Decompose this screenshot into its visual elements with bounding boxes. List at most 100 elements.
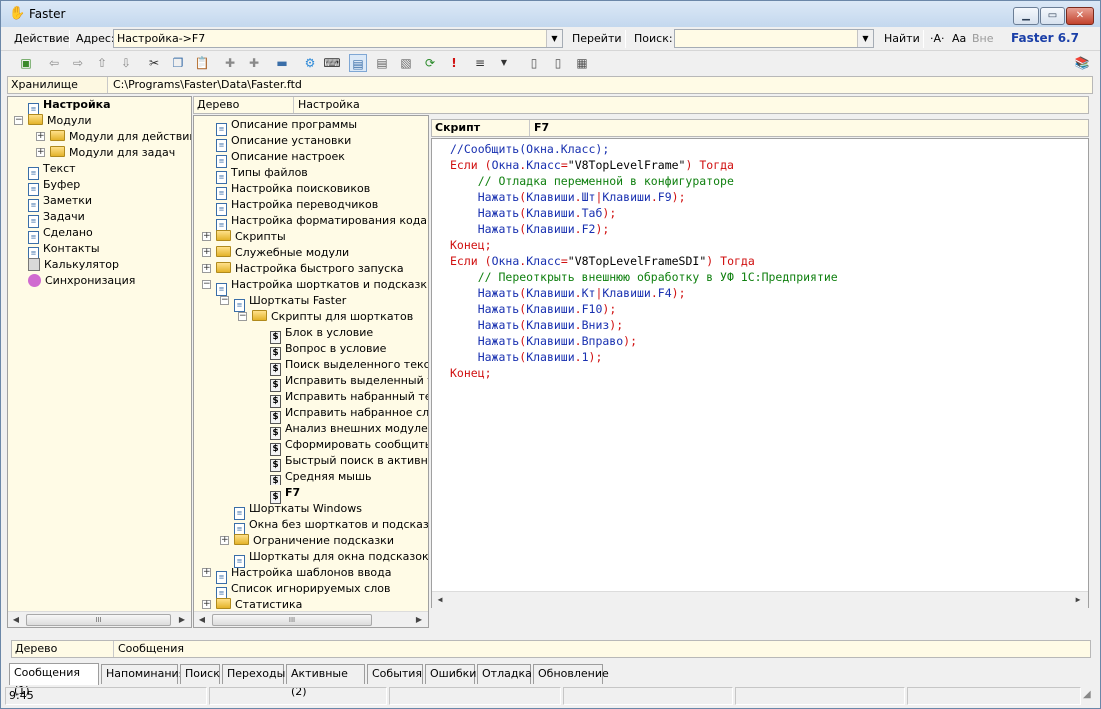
chevron-down-icon[interactable]: ▼ [495, 54, 513, 72]
tree-item[interactable]: ≡ Типы файлов [216, 165, 308, 184]
tree-item[interactable]: ≡ Описание настроек [216, 149, 345, 168]
tree-item[interactable]: ≡ Буфер [28, 177, 80, 196]
expand-icon[interactable]: + [36, 132, 45, 141]
tree-item[interactable]: ≡ Описание программы [216, 117, 357, 136]
tree-item[interactable]: ≡ Заметки [28, 193, 92, 212]
find-button[interactable]: Найти [881, 30, 923, 48]
tree-item[interactable]: ≡ Шорткаты Windows [234, 501, 362, 520]
tree-item[interactable]: ≡ Текст [28, 161, 76, 180]
chevron-down-icon[interactable]: ▼ [546, 30, 562, 47]
whole-word-toggle[interactable]: ·A· [927, 30, 948, 48]
add-sibling-icon[interactable]: ✚ [245, 54, 263, 72]
scroll-thumb[interactable]: III [212, 614, 372, 626]
title-bar[interactable]: ✋ Faster ▁ ▭ ✕ [1, 1, 1100, 27]
new-node-icon[interactable]: ▣ [17, 54, 35, 72]
tree-item[interactable]: $Исправить набранный текст [270, 389, 428, 408]
code-line[interactable]: // Отладка переменной в конфигураторе [450, 173, 734, 189]
scroll-right-icon[interactable]: ▶ [174, 612, 190, 627]
scroll-left-icon[interactable]: ◀ [194, 612, 210, 627]
tab-item[interactable]: Переходы [222, 664, 285, 684]
copy-icon[interactable]: ❐ [169, 54, 187, 72]
code-line[interactable]: // Переоткрыть внешнюю обработку в УФ 1С… [450, 269, 838, 285]
document-copy-icon[interactable]: ▧ [397, 54, 415, 72]
expand-icon[interactable]: + [202, 568, 211, 577]
close-button[interactable]: ✕ [1066, 7, 1094, 25]
expand-icon[interactable]: + [36, 148, 45, 157]
tree-item[interactable]: $ Сформировать сообщить [270, 437, 428, 456]
books-icon[interactable]: 📚 [1073, 54, 1091, 72]
address-combo[interactable]: Настройка->F7 ▼ [113, 29, 563, 48]
horizontal-scrollbar[interactable]: ◀ III ▶ [8, 611, 191, 627]
code-line[interactable]: Нажать(Клавиши.Кт|Клавиши.F4); [450, 285, 686, 301]
tree-item[interactable]: Скрипты для шорткатов [252, 309, 413, 325]
tree-item[interactable]: $ Поиск выделенного текста [270, 357, 428, 376]
scroll-thumb[interactable]: III [26, 614, 171, 626]
chevron-down-icon[interactable]: ▼ [857, 30, 873, 47]
tree-item[interactable]: ≡ Настройка шорткатов и подсказки [216, 277, 428, 296]
tab-item[interactable]: Отладка [477, 664, 532, 684]
tree-item[interactable]: Модули для задач [50, 145, 175, 161]
middle-tree-pane[interactable]: ≡ Описание программы ≡ Описание установки ≡ О… [193, 115, 429, 628]
tab-item[interactable]: События [367, 664, 423, 684]
search-combo[interactable]: ▼ [674, 29, 874, 48]
tree-item[interactable]: Модули [28, 113, 92, 129]
document-icon[interactable]: ▤ [373, 54, 391, 72]
left-tree-pane[interactable]: ≡ Настройка − Модули + Модули для действий + Мо… [7, 96, 192, 628]
tree-item[interactable]: ≡ Настройка переводчиков [216, 197, 378, 216]
tab-item[interactable]: Ошибки [425, 664, 476, 684]
tab-item[interactable]: Напоминания [101, 664, 185, 684]
tab-item[interactable]: Сообщения (1) [9, 663, 99, 697]
tree-item[interactable]: $ Быстрый поиск в активном [270, 453, 428, 472]
delete-icon[interactable]: ▬ [273, 54, 291, 72]
expand-icon[interactable]: + [202, 600, 211, 609]
tree-item[interactable]: Скрипты [216, 229, 286, 245]
scroll-left-icon[interactable]: ◀ [432, 592, 448, 608]
tree-item[interactable]: $Исправить выделенный текст [270, 373, 428, 392]
tree-item[interactable]: ≡ Настройка шаблонов ввода [216, 565, 392, 584]
scroll-right-icon[interactable]: ▶ [1070, 592, 1086, 608]
code-line[interactable]: Конец; [450, 237, 492, 253]
collapse-icon[interactable]: − [202, 280, 211, 289]
tree-item[interactable]: ≡ Список игнорируемых слов [216, 581, 390, 600]
tree-item[interactable]: ≡ Задачи [28, 209, 85, 228]
up-arrow-icon[interactable]: ⇧ [93, 54, 111, 72]
expand-icon[interactable]: + [220, 536, 229, 545]
expand-icon[interactable]: + [202, 248, 211, 257]
expand-icon[interactable]: + [202, 264, 211, 273]
expand-icon[interactable]: + [202, 232, 211, 241]
keyboard-icon[interactable]: ⌨ [323, 54, 341, 72]
tab-item[interactable]: Поиск [180, 664, 220, 684]
tree-item[interactable]: ≡ Описание установки [216, 133, 351, 152]
code-line[interactable]: Если (Окна.Класс="V8TopLevelFrame") Тогд… [450, 157, 734, 173]
collapse-icon[interactable]: − [238, 312, 247, 321]
tree-item[interactable]: Модули для действий [50, 129, 191, 145]
split-grid-icon[interactable]: ▦ [573, 54, 591, 72]
collapse-icon[interactable]: − [14, 116, 23, 125]
cut-icon[interactable]: ✂ [145, 54, 163, 72]
horizontal-scrollbar[interactable]: ◀ ▶ [432, 591, 1088, 608]
tree-item[interactable]: ≡ Настройка поисковиков [216, 181, 370, 200]
code-line[interactable]: Нажать(Клавиши.Вниз); [450, 317, 623, 333]
code-line[interactable]: Если (Окна.Класс="V8TopLevelFrameSDI") Т… [450, 253, 755, 269]
code-line[interactable]: Нажать(Клавиши.F2); [450, 221, 610, 237]
tree-item[interactable]: $Исправить набранное слово [270, 405, 428, 424]
tree-item[interactable]: Калькулятор [28, 257, 119, 273]
minimize-button[interactable]: ▁ [1013, 7, 1039, 25]
settings-gear-icon[interactable]: ⚙ [301, 54, 319, 72]
tab-item[interactable]: Обновление [533, 664, 609, 684]
back-arrow-icon[interactable]: ⇦ [45, 54, 63, 72]
go-button[interactable]: Перейти [569, 30, 625, 48]
scroll-left-icon[interactable]: ◀ [8, 612, 24, 627]
tree-item[interactable]: ≡ Настройка [28, 97, 111, 116]
paste-icon[interactable]: 📋 [193, 54, 211, 72]
horizontal-scrollbar[interactable]: ◀ III ▶ [194, 611, 428, 627]
tab-item[interactable]: Активные (2) [286, 664, 365, 698]
scroll-right-icon[interactable]: ▶ [411, 612, 427, 627]
forward-arrow-icon[interactable]: ⇨ [69, 54, 87, 72]
tree-item[interactable]: ≡ Настройка форматирования кода 1С [216, 213, 428, 232]
maximize-button[interactable]: ▭ [1040, 7, 1065, 25]
down-arrow-icon[interactable]: ⇩ [117, 54, 135, 72]
code-line[interactable]: Нажать(Клавиши.F10); [450, 301, 617, 317]
storage-path[interactable]: C:\Programs\Faster\Data\Faster.ftd [110, 77, 302, 93]
tree-item[interactable]: $ Блок в условие [270, 325, 373, 344]
